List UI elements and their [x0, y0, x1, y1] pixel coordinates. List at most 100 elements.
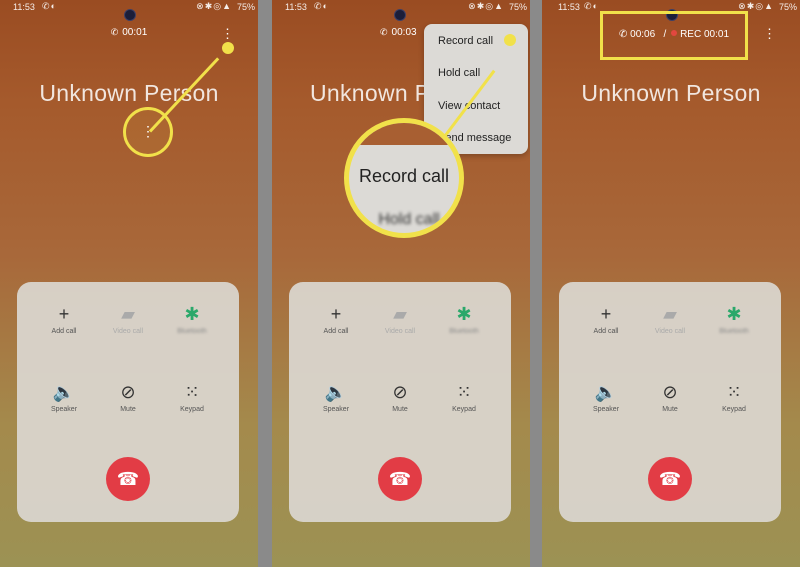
notification-icons: ✆◐	[584, 1, 599, 11]
phone-screen-1: 11:53 ✆◐ ⊗✱◎▲ 75% ✆ 00:01 ⋮ Unknown Perso…	[0, 0, 258, 567]
timer-separator: /	[663, 29, 667, 40]
mute-button[interactable]: ⊘ Mute	[93, 380, 163, 413]
add-call-label: Add call	[51, 328, 77, 335]
magnifier-circle: Record call Hold call	[344, 118, 464, 238]
bluetooth-label: Bluetooth	[449, 328, 479, 335]
bluetooth-button[interactable]: ✱ Bluetooth	[429, 302, 499, 335]
magnifier-background	[349, 123, 459, 145]
more-vert-icon[interactable]: ⋮	[221, 27, 234, 40]
phone-screen-2: 11:53 ✆◐ ⊗✱◎▲ 75% ✆ 00:03 Unknown Person …	[272, 0, 530, 567]
mute-button[interactable]: ⊘ Mute	[365, 380, 435, 413]
bluetooth-button[interactable]: ✱ Bluetooth	[699, 302, 769, 335]
battery-level: 75%	[778, 2, 797, 12]
mute-label: Mute	[392, 406, 408, 413]
battery-level: 75%	[508, 2, 527, 12]
video-call-button[interactable]: ▰ Video call	[365, 302, 435, 335]
mute-label: Mute	[662, 406, 678, 413]
add-call-button[interactable]: + Add call	[571, 302, 641, 335]
video-icon: ▰	[393, 304, 407, 324]
plus-icon: +	[58, 304, 70, 324]
bluetooth-icon: ✱	[456, 304, 472, 324]
mute-icon: ⊘	[392, 382, 408, 402]
speaker-button[interactable]: 🔈 Speaker	[571, 380, 641, 413]
system-icons: ⊗✱◎▲	[468, 1, 504, 11]
video-call-button[interactable]: ▰ Video call	[93, 302, 163, 335]
phone-icon: ✆	[110, 27, 119, 37]
keypad-button[interactable]: ⁙ Keypad	[429, 380, 499, 413]
end-call-button[interactable]: ☎	[106, 457, 150, 501]
rec-dot-icon	[671, 30, 678, 36]
end-call-icon: ☎	[116, 469, 140, 489]
recording-highlight-box: ✆ 00:06 / REC 00:01	[600, 11, 748, 60]
speaker-label: Speaker	[322, 406, 350, 413]
more-vert-icon[interactable]: ⋮	[763, 27, 776, 40]
status-time: 11:53	[285, 2, 307, 12]
speaker-icon: 🔈	[52, 382, 76, 402]
mute-icon: ⊘	[662, 382, 678, 402]
phone-screen-3: 11:53 ✆◐ ⊗✱◎▲ 75% ⋮ ✆ 00:06 / REC 00:01 …	[542, 0, 800, 567]
phone-icon: ✆	[618, 29, 628, 40]
status-time: 11:53	[558, 2, 580, 12]
keypad-icon: ⁙	[456, 382, 472, 402]
annotation-circle: ⋮	[123, 107, 173, 157]
add-call-button[interactable]: + Add call	[29, 302, 99, 335]
call-timer: ✆ 00:01	[0, 27, 258, 38]
speaker-label: Speaker	[592, 406, 620, 413]
keypad-icon: ⁙	[726, 382, 742, 402]
call-controls-panel: + Add call ▰ Video call ✱ Bluetooth 🔈 Sp…	[17, 282, 239, 522]
keypad-button[interactable]: ⁙ Keypad	[157, 380, 227, 413]
video-call-label: Video call	[654, 328, 686, 335]
end-call-icon: ☎	[658, 469, 682, 489]
mute-icon: ⊘	[120, 382, 136, 402]
plus-icon: +	[330, 304, 342, 324]
speaker-button[interactable]: 🔈 Speaker	[301, 380, 371, 413]
video-call-button[interactable]: ▰ Video call	[635, 302, 705, 335]
bluetooth-label: Bluetooth	[177, 328, 207, 335]
annotation-dot	[222, 42, 234, 54]
call-timer-value: 00:06	[630, 29, 656, 40]
video-call-label: Video call	[112, 328, 144, 335]
video-icon: ▰	[663, 304, 677, 324]
more-vert-icon[interactable]: ⋮	[126, 123, 170, 140]
magnified-record-call: Record call	[358, 166, 450, 186]
keypad-button[interactable]: ⁙ Keypad	[699, 380, 769, 413]
end-call-button[interactable]: ☎	[378, 457, 422, 501]
video-call-label: Video call	[384, 328, 416, 335]
call-controls-panel: + Add call ▰ Video call ✱ Bluetooth 🔈 Sp…	[289, 282, 511, 522]
add-call-label: Add call	[323, 328, 349, 335]
call-controls-panel: + Add call ▰ Video call ✱ Bluetooth 🔈 Sp…	[559, 282, 781, 522]
call-recording-status: ✆ 00:06 / REC 00:01	[603, 29, 745, 40]
mute-button[interactable]: ⊘ Mute	[635, 380, 705, 413]
keypad-icon: ⁙	[184, 382, 200, 402]
menu-item-hold-call[interactable]: Hold call	[438, 67, 480, 79]
keypad-label: Keypad	[452, 406, 476, 413]
rec-label: REC	[680, 29, 702, 40]
battery-level: 75%	[236, 2, 255, 12]
front-camera	[394, 9, 406, 21]
video-icon: ▰	[121, 304, 135, 324]
speaker-button[interactable]: 🔈 Speaker	[29, 380, 99, 413]
phone-icon: ✆	[380, 27, 388, 37]
bluetooth-label: Bluetooth	[719, 328, 749, 335]
notification-icons: ✆◐	[42, 1, 57, 11]
speaker-label: Speaker	[50, 406, 78, 413]
speaker-icon: 🔈	[594, 382, 618, 402]
add-call-button[interactable]: + Add call	[301, 302, 371, 335]
bluetooth-button[interactable]: ✱ Bluetooth	[157, 302, 227, 335]
keypad-label: Keypad	[180, 406, 204, 413]
magnified-hold-call: Hold call	[378, 211, 440, 228]
plus-icon: +	[600, 304, 612, 324]
add-call-label: Add call	[593, 328, 619, 335]
annotation-dot	[504, 34, 516, 46]
end-call-button[interactable]: ☎	[648, 457, 692, 501]
notification-icons: ✆◐	[314, 1, 329, 11]
front-camera	[124, 9, 136, 21]
menu-item-record-call[interactable]: Record call	[438, 35, 493, 47]
caller-name: Unknown Person	[39, 80, 219, 106]
bluetooth-icon: ✱	[726, 304, 742, 324]
call-timer-value: 00:03	[391, 27, 417, 38]
system-icons: ⊗✱◎▲	[196, 1, 232, 11]
rec-timer-value: 00:01	[703, 29, 730, 40]
keypad-label: Keypad	[722, 406, 746, 413]
call-timer-value: 00:01	[122, 27, 148, 38]
